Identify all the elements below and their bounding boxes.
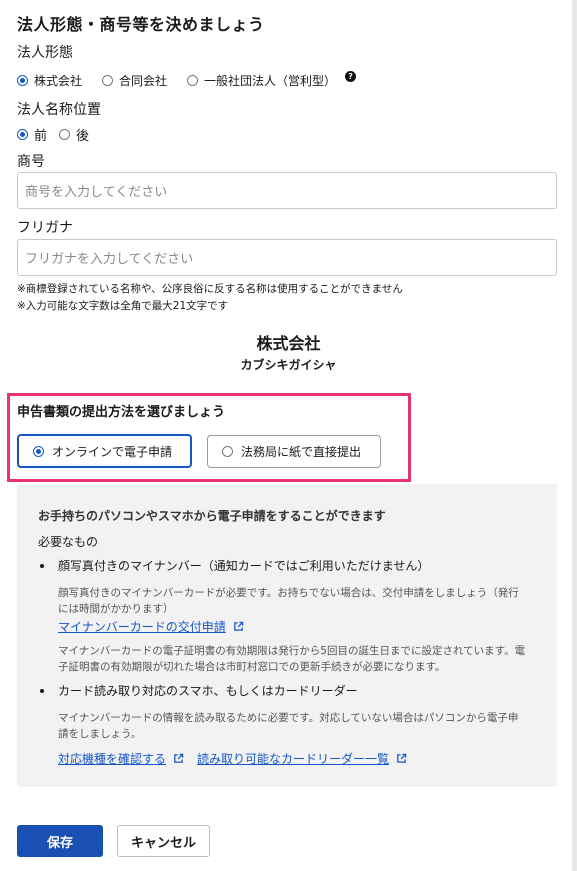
preview-company-name: 株式会社: [256, 334, 321, 353]
entity-option-label: 株式会社: [34, 74, 83, 88]
entity-type-radio-group: 株式会社 合同会社 一般社団法人（営利型） ?: [17, 71, 357, 89]
radio-kabushiki[interactable]: [17, 75, 28, 86]
question-circle-icon[interactable]: ?: [345, 71, 357, 82]
item2-desc-line2: 請をしましょう。: [58, 728, 142, 740]
furigana-input[interactable]: フリガナを入力してください: [17, 239, 557, 276]
method-paper-label: 法務局に紙で直接提出: [241, 445, 362, 459]
furigana-placeholder: フリガナを入力してください: [25, 252, 194, 267]
note-trademark: ※商標登録されている名称や、公序良俗に反する名称は使用することができません: [17, 283, 403, 295]
item2-title: カード読み取り対応のスマホ、もしくはカードリーダー: [58, 684, 358, 698]
radio-godo[interactable]: [102, 75, 114, 86]
preview-company-kana: カブシキガイシャ: [240, 358, 337, 372]
radio-paper: [222, 446, 233, 457]
external-link-icon: [397, 753, 407, 763]
item1-desc-line1: 顔写真付きのマイナンバーカードが必要です。お持ちでない場合は、交付申請をしましょ…: [58, 587, 519, 599]
card-readers-link[interactable]: 読み取り可能なカードリーダー一覧: [197, 752, 389, 766]
mynumber-application-link[interactable]: マイナンバーカードの交付申請: [58, 620, 226, 634]
position-option-label: 後: [76, 129, 90, 144]
item2-desc-line1: マイナンバーカードの情報を読み取るために必要です。対応していない場合はパソコンか…: [58, 712, 519, 724]
note-max-length: ※入力可能な文字数は全角で最大21文字です: [17, 300, 229, 312]
radio-position-before[interactable]: [17, 129, 28, 140]
section-title-corporation: 法人形態・商号等を決めましょう: [17, 15, 265, 34]
item1-note-line1: マイナンバーカードの電子証明書の有効期限は発行から5回目の誕生日までに設定されて…: [58, 645, 526, 657]
radio-ippan-shadan[interactable]: [187, 75, 199, 86]
furigana-label: フリガナ: [17, 220, 73, 236]
save-button[interactable]: 保存: [17, 825, 103, 857]
item1-desc-line2: には時間がかかります）: [58, 603, 174, 615]
entity-option-label: 一般社団法人（営利型）: [204, 74, 337, 88]
info-panel-heading: お手持ちのパソコンやスマホから電子申請をすることができます: [38, 509, 386, 523]
item1-note-line2: 子証明書の有効期限が切れた場合は市町村窓口での更新手続きが必要になります。: [58, 661, 446, 673]
trade-name-placeholder: 商号を入力してください: [25, 185, 168, 200]
cancel-button[interactable]: キャンセル: [117, 825, 210, 857]
supported-devices-link-wrap[interactable]: 対応機種を確認する: [58, 748, 184, 767]
external-link-icon: [234, 621, 244, 631]
method-online-button[interactable]: オンラインで電子申請: [17, 434, 192, 468]
supported-devices-link[interactable]: 対応機種を確認する: [58, 752, 166, 766]
section-title-submission: 申告書類の提出方法を選びましょう: [17, 405, 226, 420]
name-position-radio-group: 前 後: [17, 125, 89, 144]
entity-type-label: 法人形態: [17, 45, 73, 61]
vertical-scrollbar[interactable]: [572, 0, 577, 871]
method-paper-button[interactable]: 法務局に紙で直接提出: [207, 435, 381, 468]
trade-name-label: 商号: [17, 154, 45, 170]
item1-title: 顔写真付きのマイナンバー（通知カードではご利用いただけません）: [58, 559, 430, 573]
name-position-label: 法人名称位置: [17, 102, 101, 118]
online-info-panel: [17, 484, 557, 787]
external-link-icon: [174, 753, 184, 763]
entity-option-label: 合同会社: [119, 74, 168, 88]
bullet-dot: [40, 689, 44, 693]
bullet-dot: [40, 564, 44, 568]
radio-online: [33, 445, 44, 457]
card-readers-link-wrap[interactable]: 読み取り可能なカードリーダー一覧: [197, 748, 407, 767]
radio-position-after[interactable]: [59, 129, 71, 140]
method-online-label: オンラインで電子申請: [52, 444, 173, 459]
trade-name-input[interactable]: 商号を入力してください: [17, 172, 557, 209]
mynumber-application-link-wrap[interactable]: マイナンバーカードの交付申請: [58, 616, 244, 635]
required-items-label: 必要なもの: [38, 535, 99, 549]
position-option-label: 前: [34, 129, 48, 144]
